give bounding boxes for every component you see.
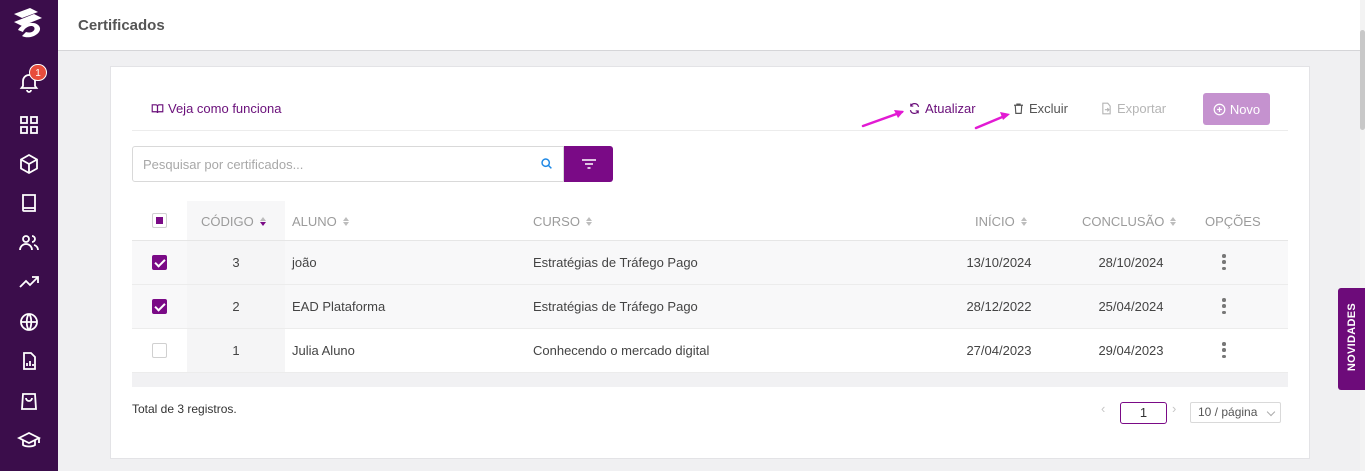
cell-end: 25/04/2024 [1098, 299, 1164, 314]
cell-student: joão [292, 255, 317, 270]
row-options-icon[interactable] [1218, 340, 1230, 360]
report-icon[interactable] [17, 349, 41, 373]
search-box [132, 146, 564, 182]
certificates-table: CÓDIGO ALUNO CURSO INÍCIO CONCLUSÃO OPÇÕ… [132, 201, 1288, 387]
export-label: Exportar [1117, 101, 1167, 116]
delete-label: Excluir [1029, 101, 1069, 116]
sort-icon [1170, 217, 1177, 226]
new-label: Novo [1229, 101, 1261, 117]
table-row[interactable]: 2 EAD Plataforma Estratégias de Tráfego … [132, 285, 1288, 329]
previous-page-icon[interactable]: ‹ [1101, 401, 1105, 416]
cell-course: Estratégias de Tráfego Pago [533, 299, 698, 314]
row-checkbox[interactable] [152, 299, 167, 314]
cell-student: Julia Aluno [292, 343, 355, 358]
column-header-options: OPÇÕES [1205, 214, 1261, 229]
table-row[interactable]: 1 Julia Aluno Conhecendo o mercado digit… [132, 329, 1288, 373]
plus-circle-icon [1213, 103, 1226, 115]
cell-student: EAD Plataforma [292, 299, 386, 314]
current-page-input[interactable]: 1 [1120, 402, 1167, 424]
cube-icon[interactable] [17, 152, 41, 176]
cell-start: 27/04/2023 [966, 343, 1032, 358]
column-header-end[interactable]: CONCLUSÃO [1082, 214, 1177, 229]
search-input[interactable] [133, 147, 533, 181]
grid-icon[interactable] [17, 113, 41, 137]
page-size-select[interactable]: 10 / página [1190, 402, 1281, 423]
cell-end: 29/04/2023 [1098, 343, 1164, 358]
table-header: CÓDIGO ALUNO CURSO INÍCIO CONCLUSÃO OPÇÕ… [132, 201, 1288, 241]
refresh-button[interactable]: Atualizar [908, 101, 976, 116]
graduation-icon[interactable] [17, 429, 41, 453]
page-title: Certificados [78, 17, 165, 34]
new-button[interactable]: Novo [1203, 93, 1270, 125]
sidebar: 1 [0, 0, 58, 471]
book-icon[interactable] [17, 191, 41, 215]
row-options-icon[interactable] [1218, 252, 1230, 272]
how-it-works-label: Veja como funciona [168, 101, 282, 116]
novidades-tab[interactable]: NOVIDADES [1338, 288, 1365, 390]
delete-button[interactable]: Excluir [1012, 101, 1068, 116]
users-icon[interactable] [17, 231, 41, 255]
export-button[interactable]: Exportar [1100, 101, 1166, 116]
column-header-code[interactable]: CÓDIGO [201, 214, 266, 229]
sort-icon [585, 217, 592, 226]
export-icon [1102, 102, 1111, 115]
select-all-checkbox[interactable] [152, 213, 167, 228]
next-page-icon[interactable]: › [1172, 401, 1176, 416]
column-header-course[interactable]: CURSO [533, 214, 592, 229]
cell-code: 2 [232, 299, 240, 314]
top-header: Certificados [58, 0, 1363, 51]
refresh-icon [909, 103, 920, 114]
column-header-start[interactable]: INÍCIO [975, 214, 1027, 229]
how-it-works-link[interactable]: Veja como funciona [151, 101, 281, 116]
row-checkbox[interactable] [152, 343, 167, 358]
row-checkbox[interactable] [152, 255, 167, 270]
scrollbar-thumb[interactable] [1360, 30, 1365, 130]
notification-badge: 1 [29, 64, 47, 81]
sort-icon [342, 217, 349, 226]
globe-icon[interactable] [17, 310, 41, 334]
row-options-icon[interactable] [1218, 296, 1230, 316]
open-book-icon [151, 104, 164, 114]
toolbar-divider [132, 130, 1288, 131]
filter-icon [581, 159, 596, 169]
chevron-down-icon [1266, 407, 1276, 417]
table-row[interactable]: 3 joão Estratégias de Tráfego Pago 13/10… [132, 241, 1288, 285]
search-icon[interactable] [540, 157, 553, 170]
novidades-label: NOVIDADES [1346, 302, 1358, 372]
column-header-student[interactable]: ALUNO [292, 214, 349, 229]
filter-button[interactable] [564, 146, 613, 182]
cell-end: 28/10/2024 [1098, 255, 1164, 270]
sort-icon [1020, 217, 1027, 226]
refresh-label: Atualizar [925, 101, 976, 116]
cell-start: 13/10/2024 [966, 255, 1032, 270]
cell-code: 1 [232, 343, 240, 358]
trending-icon[interactable] [17, 270, 41, 294]
trash-icon [1014, 103, 1023, 114]
cell-course: Conhecendo o mercado digital [533, 343, 710, 358]
cell-start: 28/12/2022 [966, 299, 1032, 314]
logo-icon[interactable] [8, 4, 48, 44]
cell-course: Estratégias de Tráfego Pago [533, 255, 698, 270]
certificates-card: Veja como funciona Atualizar Excluir Exp… [110, 66, 1310, 459]
sort-icon [259, 217, 266, 226]
cell-code: 3 [232, 255, 240, 270]
bag-icon[interactable] [17, 389, 41, 413]
total-records: Total de 3 registros. [132, 402, 237, 416]
table-scroll-area[interactable] [132, 373, 1288, 387]
